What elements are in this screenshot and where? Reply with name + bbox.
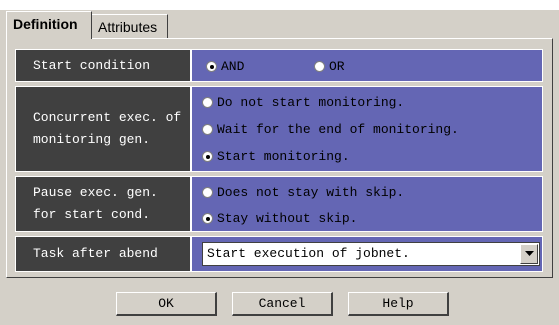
concurrent-exec-row: Concurrent exec. of monitoring gen. Do n…: [15, 86, 543, 172]
pause-exec-label: Pause exec. gen. for start cond.: [16, 177, 190, 231]
concurrent-exec-label-line2: monitoring gen.: [33, 132, 151, 147]
task-after-abend-selected-value: Start execution of jobnet.: [207, 246, 410, 261]
radio-start-monitoring[interactable]: Start monitoring.: [202, 149, 350, 164]
task-after-abend-label-text: Task after abend: [33, 246, 158, 261]
pause-exec-options: Does not stay with skip. Stay without sk…: [192, 177, 542, 231]
radio-or-icon: [314, 61, 325, 72]
start-condition-row: Start condition AND OR: [15, 49, 543, 82]
start-condition-options: AND OR: [192, 50, 542, 81]
radio-stay-without-skip-icon: [202, 213, 213, 224]
chevron-down-icon[interactable]: [520, 244, 538, 264]
radio-or-label: OR: [329, 59, 345, 74]
tab-definition[interactable]: Definition: [6, 11, 92, 39]
radio-stay-without-skip-label: Stay without skip.: [217, 211, 358, 226]
tab-attributes[interactable]: Attributes: [91, 14, 168, 38]
radio-start-monitoring-label: Start monitoring.: [217, 149, 350, 164]
concurrent-exec-label-line1: Concurrent exec. of: [33, 110, 182, 125]
radio-stay-without-skip[interactable]: Stay without skip.: [202, 211, 357, 226]
radio-do-not-start-label: Do not start monitoring.: [217, 95, 405, 110]
radio-does-not-stay-icon: [202, 187, 213, 198]
start-condition-label-text: Start condition: [33, 57, 151, 73]
radio-start-monitoring-icon: [202, 151, 213, 162]
task-after-abend-label: Task after abend: [16, 237, 190, 271]
concurrent-exec-label: Concurrent exec. of monitoring gen.: [16, 87, 190, 171]
radio-do-not-start-monitoring[interactable]: Do not start monitoring.: [202, 95, 404, 110]
start-condition-dialog: Definition Attributes Start condition AN…: [0, 0, 559, 325]
radio-does-not-stay-label: Does not stay with skip.: [217, 185, 405, 200]
radio-does-not-stay-with-skip[interactable]: Does not stay with skip.: [202, 185, 404, 200]
task-after-abend-select[interactable]: Start execution of jobnet.: [202, 242, 540, 266]
radio-or[interactable]: OR: [314, 59, 345, 74]
radio-wait-for-end[interactable]: Wait for the end of monitoring.: [202, 122, 459, 137]
radio-wait-for-end-icon: [202, 124, 213, 135]
radio-and[interactable]: AND: [206, 59, 244, 74]
task-after-abend-row: Task after abend Start execution of jobn…: [15, 236, 543, 272]
radio-do-not-start-icon: [202, 97, 213, 108]
task-after-abend-value: Start execution of jobnet.: [192, 237, 542, 271]
radio-wait-for-end-label: Wait for the end of monitoring.: [217, 122, 459, 137]
cancel-button[interactable]: Cancel: [232, 292, 333, 316]
help-button[interactable]: Help: [348, 292, 449, 316]
pause-exec-label-line2: for start cond.: [33, 207, 151, 222]
pause-exec-row: Pause exec. gen. for start cond. Does no…: [15, 176, 543, 232]
concurrent-exec-options: Do not start monitoring. Wait for the en…: [192, 87, 542, 171]
ok-button[interactable]: OK: [116, 292, 217, 316]
pause-exec-label-line1: Pause exec. gen.: [33, 185, 158, 200]
radio-and-label: AND: [221, 59, 245, 74]
top-strip: [0, 0, 559, 10]
start-condition-label: Start condition: [16, 50, 190, 81]
radio-and-icon: [206, 61, 217, 72]
